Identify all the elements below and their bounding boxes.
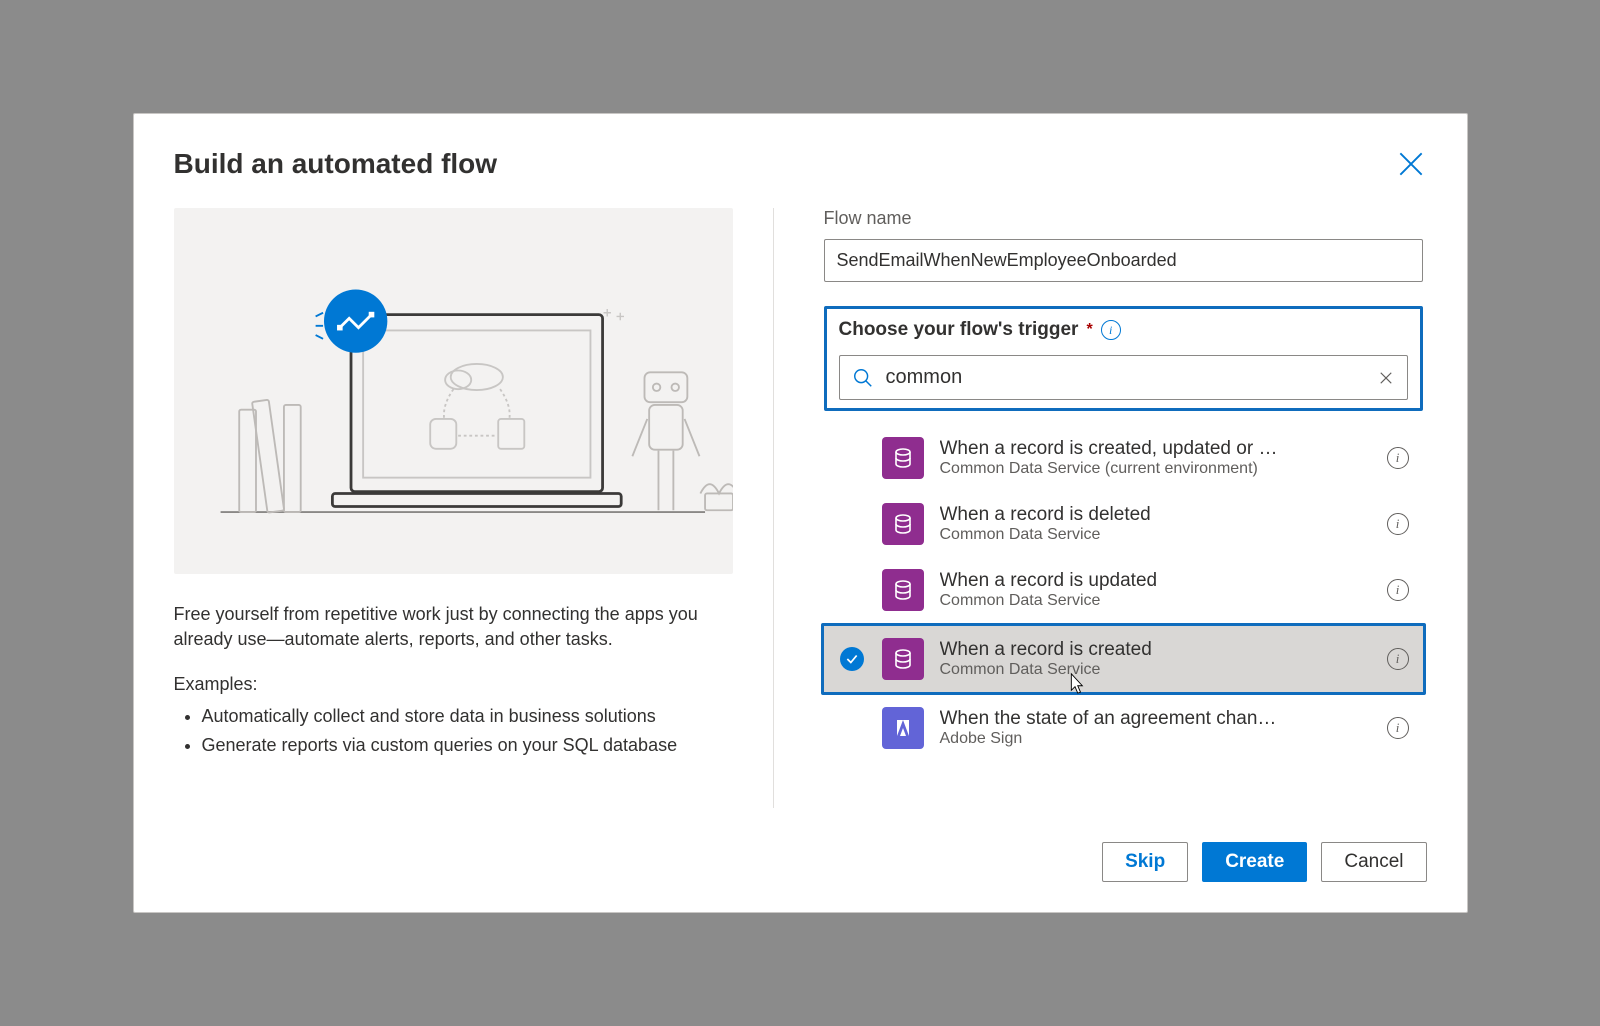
database-connector-icon — [882, 503, 924, 545]
example-item: Automatically collect and store data in … — [202, 704, 733, 729]
close-button[interactable] — [1395, 148, 1427, 180]
trigger-title: When a record is created — [940, 639, 1371, 661]
database-connector-icon — [882, 437, 924, 479]
trigger-subtitle: Common Data Service — [940, 661, 1371, 679]
required-indicator: * — [1086, 321, 1092, 339]
info-icon[interactable]: i — [1387, 579, 1409, 601]
examples-label: Examples: — [174, 672, 733, 697]
trigger-item[interactable]: When a record is deletedCommon Data Serv… — [824, 491, 1423, 557]
clear-search-icon[interactable] — [1377, 369, 1395, 387]
trigger-search-input[interactable] — [886, 362, 1365, 393]
illustration-graphic — [174, 208, 733, 574]
dialog-window: Build an automated flow — [133, 113, 1468, 913]
trigger-subtitle: Common Data Service — [940, 592, 1371, 610]
database-connector-icon — [882, 638, 924, 680]
trigger-title: When a record is created, updated or … — [940, 438, 1371, 460]
trigger-text: When a record is updatedCommon Data Serv… — [940, 570, 1371, 610]
trigger-item[interactable]: When the state of an agreement chan…Adob… — [824, 695, 1423, 761]
trigger-radio[interactable] — [838, 647, 866, 671]
flow-name-input[interactable] — [824, 239, 1423, 282]
create-button[interactable]: Create — [1202, 842, 1307, 882]
trigger-text: When a record is deletedCommon Data Serv… — [940, 504, 1371, 544]
trigger-search-box[interactable] — [839, 355, 1408, 400]
trigger-list: When a record is created, updated or …Co… — [824, 425, 1423, 761]
cancel-button[interactable]: Cancel — [1321, 842, 1426, 882]
trigger-section: Choose your flow's trigger * i — [824, 306, 1423, 411]
trigger-text: When a record is createdCommon Data Serv… — [940, 639, 1371, 679]
trigger-subtitle: Adobe Sign — [940, 730, 1371, 748]
flow-name-label: Flow name — [824, 208, 1423, 229]
trigger-title: When a record is updated — [940, 570, 1371, 592]
trigger-title: When a record is deleted — [940, 504, 1371, 526]
right-panel: Flow name Choose your flow's trigger * i… — [814, 208, 1427, 808]
example-item: Generate reports via custom queries on y… — [202, 733, 733, 758]
close-icon — [1395, 148, 1427, 180]
dialog-title: Build an automated flow — [174, 148, 1427, 180]
search-icon — [852, 367, 874, 389]
info-icon[interactable]: i — [1387, 513, 1409, 535]
trigger-item[interactable]: When a record is createdCommon Data Serv… — [821, 623, 1426, 695]
trigger-text: When the state of an agreement chan…Adob… — [940, 708, 1371, 748]
trigger-label: Choose your flow's trigger — [839, 319, 1079, 341]
trigger-title: When the state of an agreement chan… — [940, 708, 1371, 730]
trigger-item[interactable]: When a record is created, updated or …Co… — [824, 425, 1423, 491]
trigger-text: When a record is created, updated or …Co… — [940, 438, 1371, 478]
description-block: Free yourself from repetitive work just … — [174, 602, 733, 758]
left-panel: Free yourself from repetitive work just … — [174, 208, 774, 808]
info-icon[interactable]: i — [1387, 717, 1409, 739]
trigger-subtitle: Common Data Service (current environment… — [940, 460, 1371, 478]
skip-button[interactable]: Skip — [1102, 842, 1188, 882]
examples-list: Automatically collect and store data in … — [174, 704, 733, 758]
info-icon[interactable]: i — [1387, 447, 1409, 469]
dialog-footer: Skip Create Cancel — [174, 842, 1427, 882]
adobe-connector-icon — [882, 707, 924, 749]
illustration — [174, 208, 733, 574]
checkmark-icon — [840, 647, 864, 671]
database-connector-icon — [882, 569, 924, 611]
info-icon[interactable]: i — [1101, 320, 1121, 340]
trigger-item[interactable]: When a record is updatedCommon Data Serv… — [824, 557, 1423, 623]
description-text: Free yourself from repetitive work just … — [174, 602, 733, 652]
trigger-subtitle: Common Data Service — [940, 526, 1371, 544]
info-icon[interactable]: i — [1387, 648, 1409, 670]
